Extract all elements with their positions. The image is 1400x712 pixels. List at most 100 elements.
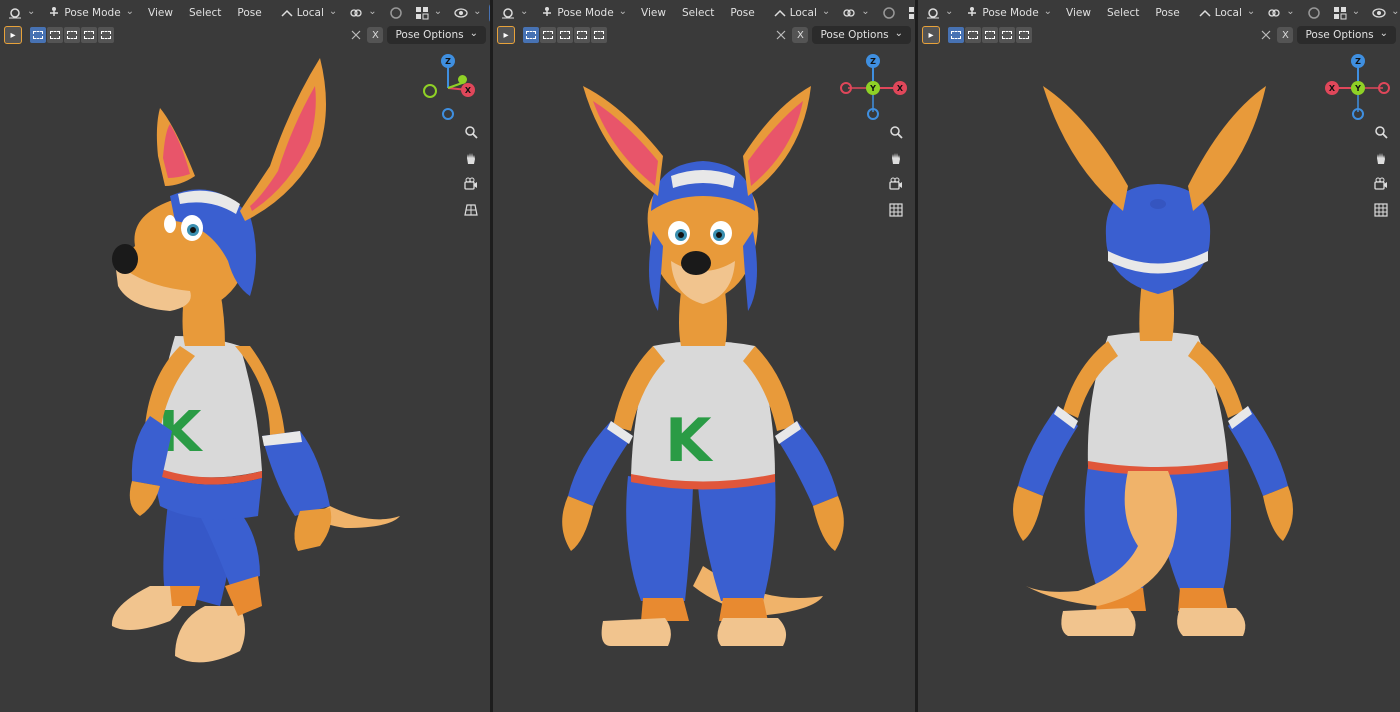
visibility-icon <box>1372 6 1386 20</box>
proportional-icon <box>389 6 403 20</box>
visibility-button[interactable] <box>450 3 485 23</box>
snap-icon <box>415 6 429 20</box>
editor-type-icon <box>926 6 940 20</box>
tool-header: ▸ X Pose Options <box>0 24 490 46</box>
viewport-back[interactable]: Pose Mode View Select Pose Local <box>918 0 1400 712</box>
select-new-button[interactable] <box>523 27 539 43</box>
menu-select[interactable]: Select <box>676 3 720 23</box>
snap-icon <box>908 6 915 20</box>
pose-options-group: X Pose Options <box>774 26 911 44</box>
proportional-button[interactable] <box>1303 3 1325 23</box>
select-tool-button[interactable]: ▸ <box>922 26 940 44</box>
pose-options-button[interactable]: Pose Options <box>812 26 911 44</box>
pose-mode-icon <box>47 6 61 20</box>
menu-view[interactable]: View <box>142 3 179 23</box>
menu-pose[interactable]: Pose <box>231 3 267 23</box>
select-invert-button[interactable] <box>81 27 97 43</box>
visibility-button[interactable] <box>1368 3 1400 23</box>
select-intersect-button[interactable] <box>98 27 114 43</box>
pivot-button[interactable] <box>838 3 873 23</box>
mode-label: Pose Mode <box>982 7 1039 19</box>
menu-view[interactable]: View <box>1060 3 1097 23</box>
editor-type-button[interactable] <box>497 3 532 23</box>
mode-selector[interactable]: Pose Mode <box>536 3 631 23</box>
pose-options-button[interactable]: Pose Options <box>1297 26 1396 44</box>
menu-pose[interactable]: Pose <box>1149 3 1185 23</box>
viewport-left[interactable]: Pose Mode View Select Pose Local <box>0 0 490 712</box>
orientation-selector[interactable]: Local <box>276 3 342 23</box>
select-extend-button[interactable] <box>47 27 63 43</box>
select-intersect-button[interactable] <box>591 27 607 43</box>
viewport-front[interactable]: Pose Mode View Select Pose Local <box>493 0 915 712</box>
select-invert-button[interactable] <box>574 27 590 43</box>
viewport-header: Pose Mode View Select Pose Local <box>918 0 1400 26</box>
orientation-label: Local <box>1214 7 1242 19</box>
pivot-button[interactable] <box>1263 3 1298 23</box>
snap-button[interactable] <box>904 3 915 23</box>
editor-type-button[interactable] <box>4 3 39 23</box>
link-icon <box>842 6 856 20</box>
select-subtract-button[interactable] <box>64 27 80 43</box>
menu-view[interactable]: View <box>635 3 672 23</box>
select-invert-button[interactable] <box>999 27 1015 43</box>
select-new-button[interactable] <box>948 27 964 43</box>
mode-selector[interactable]: Pose Mode <box>961 3 1056 23</box>
select-tool-button[interactable]: ▸ <box>4 26 22 44</box>
menu-pose[interactable]: Pose <box>724 3 760 23</box>
editor-type-icon <box>501 6 515 20</box>
mirror-x-button[interactable]: X <box>1277 27 1294 43</box>
link-icon <box>1267 6 1281 20</box>
select-extend-button[interactable] <box>540 27 556 43</box>
select-intersect-button[interactable] <box>1016 27 1032 43</box>
proportional-button[interactable] <box>385 3 407 23</box>
snap-button[interactable] <box>1329 3 1364 23</box>
mirror-x-button[interactable]: X <box>792 27 809 43</box>
mode-label: Pose Mode <box>64 7 121 19</box>
orientation-icon <box>280 6 294 20</box>
mirror-x-button[interactable]: X <box>367 27 384 43</box>
orientation-label: Local <box>296 7 324 19</box>
snap-icon <box>1333 6 1347 20</box>
bone-icon[interactable] <box>1259 28 1273 42</box>
orientation-selector[interactable]: Local <box>769 3 835 23</box>
pivot-button[interactable] <box>345 3 380 23</box>
tool-header: ▸ X Pose Options <box>493 24 915 46</box>
kangaroo-character-back[interactable] <box>918 46 1400 712</box>
visibility-icon <box>454 6 468 20</box>
selection-mode-group <box>948 27 1032 43</box>
pose-mode-icon <box>965 6 979 20</box>
shirt-letter: K <box>665 406 714 476</box>
editor-type-icon <box>8 6 22 20</box>
bone-icon[interactable] <box>349 28 363 42</box>
link-icon <box>349 6 363 20</box>
tool-header: ▸ X Pose Options <box>918 24 1400 46</box>
proportional-icon <box>882 6 896 20</box>
editor-type-button[interactable] <box>922 3 957 23</box>
proportional-icon <box>1307 6 1321 20</box>
bone-icon[interactable] <box>774 28 788 42</box>
menu-select[interactable]: Select <box>1101 3 1145 23</box>
blender-app: Pose Mode View Select Pose Local <box>0 0 1400 712</box>
orientation-selector[interactable]: Local <box>1194 3 1260 23</box>
pose-options-button[interactable]: Pose Options <box>387 26 486 44</box>
select-new-button[interactable] <box>30 27 46 43</box>
kangaroo-character-3q[interactable]: K <box>0 46 490 712</box>
select-subtract-button[interactable] <box>557 27 573 43</box>
pose-mode-icon <box>540 6 554 20</box>
mode-label: Pose Mode <box>557 7 614 19</box>
viewport-header: Pose Mode View Select Pose Local <box>0 0 490 26</box>
viewport-header: Pose Mode View Select Pose Local <box>493 0 915 26</box>
select-extend-button[interactable] <box>965 27 981 43</box>
mode-selector[interactable]: Pose Mode <box>43 3 138 23</box>
orientation-icon <box>773 6 787 20</box>
pose-options-group: X Pose Options <box>349 26 486 44</box>
select-tool-button[interactable]: ▸ <box>497 26 515 44</box>
pose-options-group: X Pose Options <box>1259 26 1396 44</box>
snap-button[interactable] <box>411 3 446 23</box>
kangaroo-character-front[interactable]: K <box>493 46 915 712</box>
orientation-label: Local <box>789 7 817 19</box>
select-subtract-button[interactable] <box>982 27 998 43</box>
proportional-button[interactable] <box>878 3 900 23</box>
menu-select[interactable]: Select <box>183 3 227 23</box>
orientation-icon <box>1198 6 1212 20</box>
